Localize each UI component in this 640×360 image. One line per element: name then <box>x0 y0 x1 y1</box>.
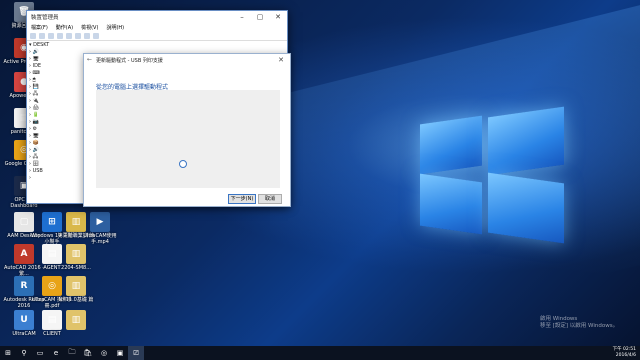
next-button[interactable]: 下一步(N) <box>228 194 256 204</box>
device-tree[interactable]: ▾ DESKT › 🔊 › 🖥 › IDE › ⌨ › 🖱 › 💾 › 🖧 › 🔌 › 🖨 › 🔋 ›… <box>29 42 55 200</box>
taskbar-app-icon[interactable]: ▭ <box>32 346 48 360</box>
desktop-icon-label: 2204-SM8... <box>61 265 91 271</box>
taskbar-app-icon[interactable]: ⎚ <box>128 346 144 360</box>
tree-item[interactable]: › 🖧 <box>29 91 55 98</box>
app-icon: ▥ <box>66 244 86 264</box>
desktop-icon-label: UltraCAM使用 手.mp4 <box>83 233 117 245</box>
tree-item[interactable]: › <box>29 175 55 182</box>
tree-item[interactable]: › 🔊 <box>29 147 55 154</box>
tree-item[interactable]: › IDE <box>29 63 55 70</box>
taskbar-app-icon[interactable]: 🗀 <box>64 346 80 360</box>
tree-item[interactable]: › 🔌 <box>29 98 55 105</box>
app-icon: ▶ <box>90 212 110 232</box>
disable-icon[interactable] <box>84 32 90 39</box>
logo-pane <box>420 173 482 235</box>
tree-item[interactable]: › 💾 <box>29 84 55 91</box>
scan-icon[interactable] <box>66 32 72 39</box>
maximize-icon[interactable]: ▢ <box>251 13 269 21</box>
desktop-icon[interactable]: ▥ <box>54 310 98 331</box>
taskbar-app-icon[interactable]: ▣ <box>112 346 128 360</box>
back-icon[interactable] <box>30 32 36 39</box>
watermark-line2: 移至 [設定] 以啟用 Windows。 <box>540 323 619 329</box>
desktop-icon-label: CLIENT <box>43 331 61 337</box>
update-driver-dialog[interactable]: ← 更新驅動程式 - USB 列印支援 ✕ 從您的電腦上選擇驅動程式 下一步(N… <box>83 53 291 207</box>
activation-watermark: 啟用 Windows 移至 [設定] 以啟用 Windows。 <box>540 316 618 330</box>
watermark-line1: 啟用 Windows <box>540 316 578 322</box>
tree-item[interactable]: › USB <box>29 168 55 175</box>
desktop-icon[interactable]: ▥ NX11.0基礎 篇 <box>54 276 98 303</box>
desktop-icon-label: NX11.0基礎 篇 <box>58 297 94 303</box>
start-icon[interactable]: ⊞ <box>0 346 16 360</box>
minimize-icon[interactable]: – <box>233 13 251 21</box>
taskbar-app-icon[interactable]: e <box>48 346 64 360</box>
back-arrow-icon[interactable]: ← <box>87 56 92 63</box>
properties-icon[interactable] <box>48 32 54 39</box>
close-icon[interactable]: ✕ <box>278 56 284 64</box>
logo-pane <box>488 172 564 244</box>
tree-item[interactable]: › 🖱 <box>29 77 55 84</box>
menu-file[interactable]: 檔案(F) <box>31 24 48 31</box>
update-driver-icon[interactable] <box>75 32 81 39</box>
app-icon: ▥ <box>66 310 86 330</box>
taskbar-app-icon[interactable]: 🛍 <box>80 346 96 360</box>
logo-pane <box>488 106 564 176</box>
taskbar: ⊞ ⚲ ▭ e 🗀 🛍 ◎ ▣ ⎚ 下午 02:51 2016/4/6 <box>0 346 640 360</box>
uninstall-icon[interactable] <box>93 32 99 39</box>
system-tray-clock[interactable]: 下午 02:51 2016/4/6 <box>613 347 636 359</box>
tree-item[interactable]: › 🔋 <box>29 112 55 119</box>
menu-help[interactable]: 說明(H) <box>106 24 124 31</box>
tree-item[interactable] <box>29 189 55 196</box>
clock-date: 2016/4/6 <box>615 353 636 358</box>
tree-item[interactable]: › ⌨ <box>29 70 55 77</box>
window-titlebar[interactable]: 裝置管理員 – ▢ ✕ <box>27 11 287 23</box>
tree-item[interactable] <box>29 196 55 200</box>
taskbar-app-icon[interactable]: ⚲ <box>16 346 32 360</box>
tree-item[interactable]: › 📷 <box>29 119 55 126</box>
tree-item[interactable]: › ⚙ <box>29 126 55 133</box>
window-title: 裝置管理員 <box>31 15 59 21</box>
desktop-icon[interactable]: ▶ UltraCAM使用 手.mp4 <box>78 212 122 245</box>
tree-item[interactable]: › 🖥 <box>29 56 55 63</box>
tree-item[interactable]: › 🗄 <box>29 161 55 168</box>
tree-item[interactable]: › 📦 <box>29 140 55 147</box>
dialog-title: 更新驅動程式 - USB 列印支援 <box>96 58 163 64</box>
device-manager-window[interactable]: 裝置管理員 – ▢ ✕ 檔案(F) 動作(A) 檢視(V) 說明(H) ▾ DE… <box>26 10 291 207</box>
driver-list-panel[interactable] <box>96 90 280 188</box>
menu-bar: 檔案(F) 動作(A) 檢視(V) 說明(H) <box>27 23 287 31</box>
dialog-titlebar: ← 更新驅動程式 - USB 列印支援 ✕ <box>84 54 290 67</box>
desktop-icon[interactable]: ▥ 2204-SM8... <box>54 244 98 271</box>
forward-icon[interactable] <box>39 32 45 39</box>
help-icon[interactable] <box>57 32 63 39</box>
tree-item[interactable]: ▾ DESKT <box>29 42 55 49</box>
menu-view[interactable]: 檢視(V) <box>81 24 98 31</box>
tree-item[interactable]: › 🖥 <box>29 133 55 140</box>
menu-action[interactable]: 動作(A) <box>56 24 73 31</box>
cancel-button[interactable]: 取消 <box>258 194 282 204</box>
tree-item[interactable]: › 🖨 <box>29 105 55 112</box>
app-icon: ▥ <box>66 276 86 296</box>
tree-item[interactable] <box>29 182 55 189</box>
tree-item[interactable]: › 🖧 <box>29 154 55 161</box>
logo-pane <box>420 115 482 175</box>
loading-spinner-icon <box>179 160 187 168</box>
taskbar-app-icon[interactable]: ◎ <box>96 346 112 360</box>
toolbar <box>27 31 287 41</box>
close-icon[interactable]: ✕ <box>269 13 287 21</box>
tree-item[interactable]: › 🔊 <box>29 49 55 56</box>
taskbar-icons: ⊞ ⚲ ▭ e 🗀 🛍 ◎ ▣ ⎚ <box>0 346 144 360</box>
